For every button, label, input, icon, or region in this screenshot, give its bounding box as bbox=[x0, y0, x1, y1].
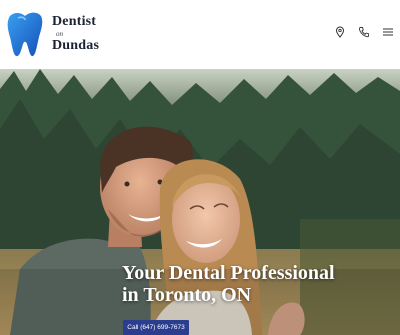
hamburger-menu-icon[interactable] bbox=[382, 25, 394, 39]
header-icons bbox=[328, 25, 394, 39]
logo-line-dundas: Dundas bbox=[52, 38, 100, 53]
call-button[interactable]: Call (647) 699-7673 bbox=[123, 320, 189, 335]
hero-headline: Your Dental Professional in Toronto, ON bbox=[122, 262, 392, 306]
site-header: Dentist on Dundas bbox=[0, 0, 400, 69]
hero-headline-line1: Your Dental Professional bbox=[122, 262, 335, 284]
tooth-icon bbox=[7, 12, 43, 57]
logo-line-on: on bbox=[56, 30, 63, 38]
logo-line-dentist: Dentist bbox=[52, 14, 97, 29]
location-pin-icon[interactable] bbox=[334, 25, 346, 39]
phone-icon[interactable] bbox=[358, 25, 370, 39]
hero-headline-line2: in Toronto, ON bbox=[122, 284, 252, 306]
site-logo[interactable]: Dentist on Dundas bbox=[6, 10, 99, 58]
logo-text: Dentist on Dundas bbox=[52, 15, 99, 53]
